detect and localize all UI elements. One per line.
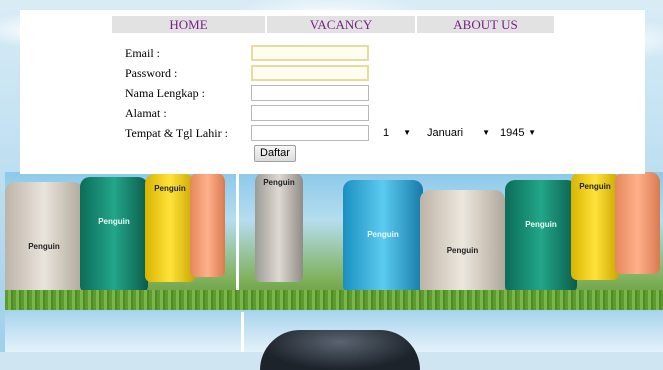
tank-brand-label: Penguin [28, 242, 60, 251]
lower-banner [5, 312, 663, 370]
day-select[interactable]: 1 ▼ [383, 125, 413, 141]
alamat-label: Alamat : [125, 106, 167, 120]
tank-brand-label: Penguin [263, 178, 295, 187]
grass [5, 290, 663, 310]
teal-tank-2: Penguin [505, 180, 577, 292]
tank-dome [260, 330, 420, 370]
daftar-button[interactable]: Daftar [254, 145, 296, 162]
day-select-value: 1 [383, 127, 390, 139]
white-tank: Penguin [5, 182, 83, 300]
tank-brand-label: Penguin [525, 220, 557, 229]
tank-brand-label: Penguin [154, 184, 186, 193]
tank-brand-label: Penguin [98, 217, 130, 226]
chevron-down-icon: ▼ [403, 128, 411, 137]
tempat-tgl-lahir-label: Tempat & Tgl Lahir : [125, 126, 228, 140]
month-select-value: Januari [427, 127, 464, 139]
orange-tank [190, 172, 225, 277]
orange-tank-2 [615, 172, 660, 274]
year-select[interactable]: 1945 ▼ [500, 125, 538, 141]
chevron-down-icon: ▼ [482, 128, 490, 137]
password-field[interactable] [251, 65, 369, 81]
tank-brand-label: Penguin [367, 230, 399, 239]
blue-tank: Penguin [343, 180, 423, 292]
nama-lengkap-label: Nama Lengkap : [125, 86, 205, 100]
white-tank-2: Penguin [420, 190, 505, 300]
yellow-tank: Penguin [145, 174, 195, 282]
month-select[interactable]: Januari ▼ [427, 125, 492, 141]
yellow-tank-2: Penguin [571, 172, 619, 280]
password-label: Password : [125, 66, 178, 80]
chevron-down-icon: ▼ [528, 128, 536, 137]
product-banner: Penguin Penguin Penguin Penguin Penguin … [5, 172, 663, 310]
nav-home[interactable]: HOME [112, 16, 265, 33]
tank-brand-label: Penguin [579, 182, 611, 191]
content-panel: HOME VACANCY ABOUT US Email : Password :… [20, 10, 645, 174]
email-field[interactable] [251, 45, 369, 61]
tank-brand-label: Penguin [446, 246, 479, 255]
teal-tank: Penguin [80, 177, 148, 292]
banner-divider [241, 312, 244, 352]
nav-vacancy[interactable]: VACANCY [267, 16, 415, 33]
alamat-field[interactable] [251, 105, 369, 121]
nav-about-us[interactable]: ABOUT US [417, 16, 554, 33]
tempat-lahir-field[interactable] [251, 125, 369, 141]
email-label: Email : [125, 46, 160, 60]
nama-lengkap-field[interactable] [251, 85, 369, 101]
year-select-value: 1945 [500, 127, 525, 139]
gray-tank: Penguin [255, 172, 303, 282]
